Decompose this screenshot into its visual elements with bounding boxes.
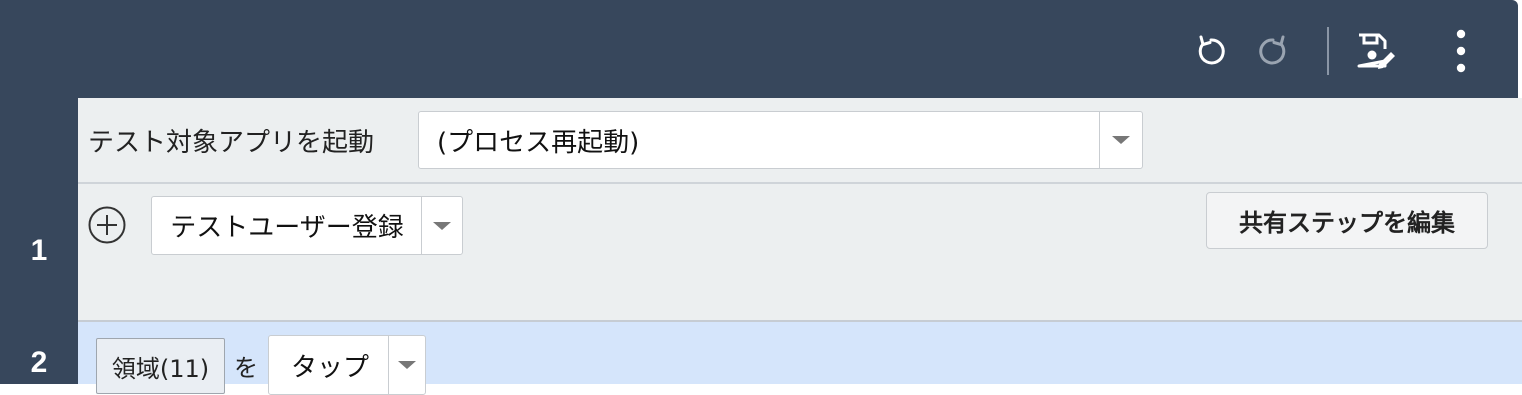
editor-toolbar xyxy=(0,0,1518,98)
toolbar-divider xyxy=(1327,27,1329,75)
particle-label: を xyxy=(234,354,258,382)
redo-icon xyxy=(1259,35,1286,65)
edit-shared-step-button[interactable]: 共有ステップを編集 xyxy=(1206,192,1488,249)
action-select[interactable]: タップ xyxy=(268,335,426,395)
redo-button[interactable] xyxy=(1252,27,1296,75)
target-area-chip[interactable]: 領域(11) xyxy=(96,338,225,394)
step-row-2[interactable]: 2 領域(11) を タップ xyxy=(0,322,1522,395)
dropdown-arrow[interactable] xyxy=(1099,112,1142,168)
shared-step-value: テストユーザー登録 xyxy=(170,213,404,243)
shared-step-select[interactable]: テストユーザー登録 xyxy=(151,196,463,255)
chevron-down-icon xyxy=(433,221,451,230)
dropdown-arrow[interactable] xyxy=(421,197,462,254)
plus-circle-icon[interactable] xyxy=(88,206,126,244)
step-number-gutter xyxy=(0,98,78,184)
step-number: 1 xyxy=(30,234,48,267)
step-content: テストユーザー登録 共有ステップを編集 xyxy=(78,184,1522,322)
launch-app-label: テスト対象アプリを起動 xyxy=(88,128,375,158)
action-value: タップ xyxy=(290,352,369,383)
chevron-down-icon xyxy=(1112,136,1130,144)
step-number-gutter: 2 xyxy=(0,322,78,384)
save-button[interactable] xyxy=(1354,27,1398,75)
launch-mode-select[interactable]: (プロセス再起動) xyxy=(418,111,1143,169)
undo-button[interactable] xyxy=(1188,27,1232,75)
dropdown-arrow[interactable] xyxy=(388,336,425,394)
step-number: 2 xyxy=(30,346,48,379)
undo-icon xyxy=(1198,35,1225,65)
step-number-gutter: 1 xyxy=(0,184,78,322)
step-row-launch[interactable]: テスト対象アプリを起動 (プロセス再起動) xyxy=(0,98,1522,184)
more-vertical-icon xyxy=(1456,29,1466,73)
step-content: 領域(11) を タップ xyxy=(78,322,1522,395)
step-content: テスト対象アプリを起動 (プロセス再起動) xyxy=(78,98,1522,184)
launch-mode-value: (プロセス再起動) xyxy=(437,127,640,158)
save-edit-icon xyxy=(1357,33,1395,69)
step-row-1[interactable]: 1 テストユーザー登録 共有ステップを編集 xyxy=(0,184,1522,322)
chevron-down-icon xyxy=(398,361,416,369)
more-options-button[interactable] xyxy=(1439,27,1483,75)
